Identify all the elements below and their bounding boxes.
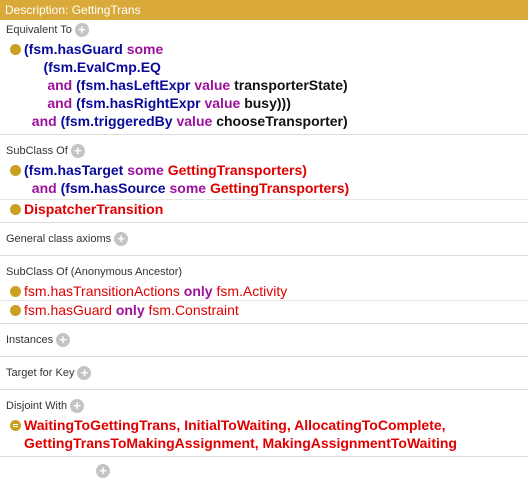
section-label: Target for Key — [6, 367, 75, 379]
section-label: SubClass Of (Anonymous Ancestor) — [6, 266, 183, 278]
section-header: Instances + — [0, 330, 528, 350]
expr-line: (fsm.EvalCmp.EQ — [43, 59, 161, 75]
section-subclass-of: SubClass Of + (fsm.hasTarget some Gettin… — [0, 141, 528, 223]
section-label: Instances — [6, 334, 54, 346]
class-bullet-icon — [10, 204, 21, 215]
section-label: SubClass Of — [6, 145, 68, 157]
next-section-header: + — [0, 461, 528, 481]
section-header: Equivalent To + — [0, 20, 528, 40]
section-header: SubClass Of (Anonymous Ancestor) — [0, 262, 528, 282]
subclass-expression[interactable]: (fsm.hasTarget some GettingTransporters)… — [0, 161, 528, 199]
expr-line: fsm.hasGuard only fsm.Constraint — [24, 302, 239, 318]
section-header: Disjoint With + — [0, 396, 528, 416]
class-bullet-icon — [10, 44, 21, 55]
section-header: General class axioms + — [0, 229, 528, 249]
panel-title: Description: GettingTrans — [0, 0, 528, 20]
class-bullet-icon — [10, 165, 21, 176]
add-general-axiom-button[interactable]: + — [114, 232, 129, 246]
ancestor-expression[interactable]: fsm.hasTransitionActions only fsm.Activi… — [0, 282, 528, 300]
section-header: SubClass Of + — [0, 141, 528, 161]
add-subclass-button[interactable]: + — [70, 144, 85, 158]
disjoint-classes[interactable]: WaitingToGettingTrans, InitialToWaiting,… — [0, 416, 528, 456]
section-target-for-key: Target for Key + — [0, 363, 528, 390]
disjoint-equals-icon — [10, 420, 21, 431]
class-bullet-icon — [10, 305, 21, 316]
expr-line: fsm.hasTransitionActions only fsm.Activi… — [24, 283, 288, 299]
section-disjoint-with: Disjoint With + WaitingToGettingTrans, I… — [0, 396, 528, 457]
expr-line: and (fsm.hasSource some GettingTransport… — [31, 180, 350, 196]
section-header: Target for Key + — [0, 363, 528, 383]
add-disjoint-button[interactable]: + — [70, 399, 85, 413]
expr-line: and (fsm.triggeredBy value chooseTranspo… — [31, 113, 348, 129]
expr-line: WaitingToGettingTrans, InitialToWaiting,… — [24, 417, 446, 433]
expr-line: (fsm.hasGuard some — [24, 41, 164, 57]
add-key-button[interactable]: + — [77, 366, 92, 380]
section-label: General class axioms — [6, 233, 112, 245]
section-general-class-axioms: General class axioms + — [0, 229, 528, 256]
subclass-named-class[interactable]: DispatcherTransition — [0, 199, 528, 222]
ancestor-expression[interactable]: fsm.hasGuard only fsm.Constraint — [0, 300, 528, 323]
expr-line: DispatcherTransition — [24, 201, 164, 217]
add-instance-button[interactable]: + — [56, 333, 71, 347]
expr-line: (fsm.hasTarget some GettingTransporters) — [24, 162, 307, 178]
expr-line: and (fsm.hasLeftExpr value transporterSt… — [47, 77, 348, 93]
add-equivalent-button[interactable]: + — [74, 23, 89, 37]
equivalent-class-expression[interactable]: (fsm.hasGuard some (fsm.EvalCmp.EQ and (… — [0, 40, 528, 134]
section-label: Equivalent To — [6, 24, 72, 36]
section-equivalent-to: Equivalent To + (fsm.hasGuard some (fsm.… — [0, 20, 528, 135]
class-bullet-icon — [10, 286, 21, 297]
expr-line: and (fsm.hasRightExpr value busy))) — [47, 95, 291, 111]
section-label: Disjoint With — [6, 400, 68, 412]
section-anonymous-ancestor: SubClass Of (Anonymous Ancestor) fsm.has… — [0, 262, 528, 324]
section-instances: Instances + — [0, 330, 528, 357]
add-next-button[interactable]: + — [96, 464, 110, 478]
expr-line: GettingTransToMakingAssignment, MakingAs… — [24, 435, 457, 451]
